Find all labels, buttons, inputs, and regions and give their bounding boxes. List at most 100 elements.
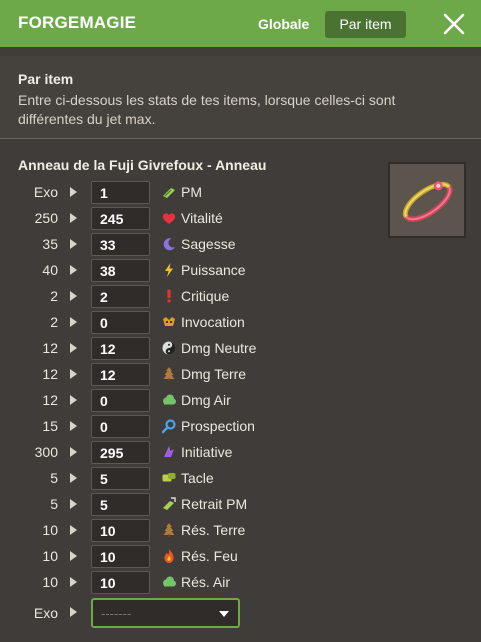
stat-value-input[interactable]: [91, 415, 150, 438]
stat-max-value: Exo: [33, 184, 58, 200]
stat-max-value: 250: [34, 210, 58, 226]
stat-fill-max-button[interactable]: [70, 525, 77, 535]
stat-name: Dmg Terre: [181, 366, 247, 382]
stat-fill-max-button[interactable]: [70, 213, 77, 223]
stat-row: 12 Dmg Air: [0, 388, 481, 414]
stat-fill-max-button[interactable]: [70, 447, 77, 457]
exo-select-value: -------: [101, 606, 132, 621]
tab-globale[interactable]: Globale: [252, 11, 315, 38]
stat-row: 10 Rés. Terre: [0, 518, 481, 544]
heart-icon: [162, 213, 176, 224]
stat-max-value: 2: [50, 314, 58, 330]
stat-value-input[interactable]: [91, 467, 150, 490]
app-title: FORGEMAGIE: [18, 13, 137, 32]
tab-par-item[interactable]: Par item: [325, 11, 406, 38]
stat-fill-max-button[interactable]: [70, 421, 77, 431]
stat-max-value: 12: [42, 392, 58, 408]
stat-row: 35 Sagesse: [0, 232, 481, 258]
exo-row: Exo -------: [0, 598, 481, 628]
stat-max-value: 12: [42, 366, 58, 382]
stat-value-input[interactable]: [91, 207, 150, 230]
stat-name: Invocation: [181, 314, 245, 330]
item-name: Anneau de la Fuji Givrefoux - Anneau: [18, 157, 267, 173]
header-bar: FORGEMAGIE Globale Par item: [0, 0, 481, 47]
close-button[interactable]: [441, 11, 467, 37]
stat-fill-max-button[interactable]: [70, 551, 77, 561]
stat-name: Puissance: [181, 262, 246, 278]
stat-value-input[interactable]: [91, 571, 150, 594]
stat-value-input[interactable]: [91, 441, 150, 464]
stat-row: 12 Dmg Neutre: [0, 336, 481, 362]
stat-name: Initiative: [181, 444, 233, 460]
lightning-icon: [165, 263, 173, 277]
stat-fill-max-button[interactable]: [70, 291, 77, 301]
stat-name: Critique: [181, 288, 230, 304]
stat-row: 15 Prospection: [0, 414, 481, 440]
stat-fill-max-button[interactable]: [70, 499, 77, 509]
stat-name: Dmg Neutre: [181, 340, 257, 356]
stat-max-value: 5: [50, 470, 58, 486]
stat-row: 250 Vitalité: [0, 206, 481, 232]
neutral-yinyang-icon: [162, 341, 176, 355]
moon-icon: [163, 238, 175, 251]
stat-row: 300 Initiative: [0, 440, 481, 466]
stat-name: Vitalité: [181, 210, 223, 226]
stat-fill-max-button[interactable]: [70, 265, 77, 275]
stat-max-value: 40: [42, 262, 58, 278]
exclamation-icon: [167, 289, 171, 303]
stat-max-value: 12: [42, 340, 58, 356]
stat-row: 12 Dmg Terre: [0, 362, 481, 388]
stat-row: 40 Puissance: [0, 258, 481, 284]
stat-max-value: 10: [42, 574, 58, 590]
stat-value-input[interactable]: [91, 363, 150, 386]
stat-value-input[interactable]: [91, 493, 150, 516]
stat-value-input[interactable]: [91, 259, 150, 282]
stat-fill-max-button[interactable]: [70, 343, 77, 353]
exo-arrow-button[interactable]: [70, 607, 77, 617]
earth-tree-icon: [163, 367, 175, 381]
summon-icon: [163, 317, 175, 326]
stat-fill-max-button[interactable]: [70, 577, 77, 587]
exo-label: Exo: [33, 605, 58, 621]
stat-row: 5 Tacle: [0, 466, 481, 492]
section-description: Entre ci-dessous les stats de tes items,…: [18, 92, 396, 127]
stat-name: Rés. Feu: [181, 548, 238, 564]
stat-value-input[interactable]: [91, 389, 150, 412]
stat-fill-max-button[interactable]: [70, 317, 77, 327]
stat-name: Tacle: [181, 470, 214, 486]
close-icon: [443, 13, 465, 35]
stat-row: 5 Retrait PM: [0, 492, 481, 518]
chevron-down-icon: [219, 611, 229, 617]
magnifier-icon: [161, 419, 176, 434]
earth-tree-icon: [163, 523, 175, 537]
stat-value-input[interactable]: [91, 311, 150, 334]
stat-name: Rés. Terre: [181, 522, 246, 538]
stat-name: Sagesse: [181, 236, 236, 252]
fire-icon: [164, 549, 174, 563]
stat-value-input[interactable]: [91, 545, 150, 568]
stat-max-value: 5: [50, 496, 58, 512]
stat-name: Prospection: [181, 418, 255, 434]
stat-value-input[interactable]: [91, 181, 150, 204]
pm-boots-icon: [163, 188, 175, 198]
stat-row: 2 Critique: [0, 284, 481, 310]
stat-value-input[interactable]: [91, 519, 150, 542]
air-cloud-icon: [163, 576, 176, 587]
stat-value-input[interactable]: [91, 337, 150, 360]
air-cloud-icon: [163, 394, 176, 405]
stat-row: 10 Rés. Feu: [0, 544, 481, 570]
pm-removal-icon: [163, 497, 176, 510]
stat-fill-max-button[interactable]: [70, 239, 77, 249]
stat-value-input[interactable]: [91, 233, 150, 256]
exo-select[interactable]: -------: [91, 598, 240, 628]
stat-value-input[interactable]: [91, 285, 150, 308]
stat-name: PM: [181, 184, 202, 200]
stat-row: Exo PM: [0, 180, 481, 206]
intro-section: Par item Entre ci-dessous les stats de t…: [0, 56, 481, 139]
stat-fill-max-button[interactable]: [70, 473, 77, 483]
stat-fill-max-button[interactable]: [70, 369, 77, 379]
stat-fill-max-button[interactable]: [70, 395, 77, 405]
initiative-icon: [164, 446, 174, 457]
stat-max-value: 300: [34, 444, 58, 460]
stat-fill-max-button[interactable]: [70, 187, 77, 197]
